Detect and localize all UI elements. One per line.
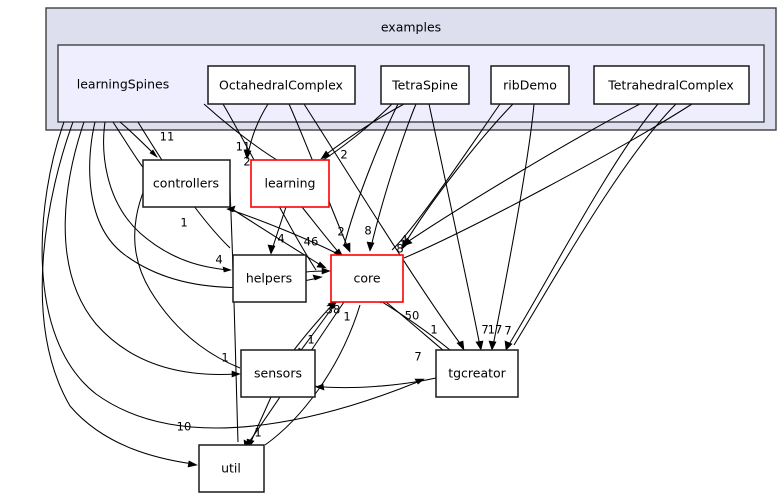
edge-label: 1 (430, 323, 437, 337)
edge-label: 4 (215, 253, 222, 267)
edge-head-th-tgcreator (504, 340, 513, 351)
edge-tetrahedral-tgcreator (507, 103, 659, 347)
node-tetraspine[interactable]: TetraSpine (380, 65, 470, 105)
edge-head-learning-helpers (267, 244, 276, 255)
node-controllers[interactable]: controllers (142, 159, 231, 208)
edge-label: 1 (254, 426, 261, 440)
edge-ribdemo-tgcreator (492, 103, 535, 347)
edge-label: 1 (307, 333, 314, 347)
edge-label: 1 (343, 310, 350, 324)
edge-tgcreator-core (378, 299, 451, 351)
edge-label: 7 (414, 350, 421, 364)
edge-extra-11 (229, 189, 239, 443)
node-learningspines-label: learningSpines (77, 77, 169, 92)
edge-head-ts-tgcreator (475, 340, 484, 351)
edge-head-helpers-core (321, 267, 331, 275)
cluster-examples-label: examples (381, 20, 441, 35)
edge-label: 2 (243, 155, 250, 169)
node-learning[interactable]: learning (250, 159, 330, 208)
edge-label: 1 (180, 216, 187, 230)
node-sensors-label: sensors (254, 366, 302, 381)
node-tetrahedralcomplex-label: TetrahedralComplex (607, 78, 734, 93)
node-util-label: util (221, 461, 241, 476)
edge-head-oct-tgcreator (456, 340, 465, 351)
node-helpers[interactable]: helpers (232, 254, 307, 303)
edge-label: 46 (304, 235, 319, 249)
node-ribdemo[interactable]: ribDemo (490, 65, 570, 105)
node-helpers-label: helpers (246, 271, 292, 286)
node-sensors[interactable]: sensors (240, 349, 316, 398)
edge-label: 38 (326, 303, 341, 317)
edge-head-rib-tgcreator (488, 340, 497, 351)
node-controllers-label: controllers (153, 176, 219, 191)
edge-head-controllers-core (316, 261, 327, 269)
node-octahedralcomplex-label: OctahedralComplex (219, 78, 343, 93)
edge-label: 1 (221, 351, 228, 365)
edge-head-ls-util (187, 460, 198, 468)
node-learning-label: learning (265, 176, 316, 191)
node-tetraspine-label: TetraSpine (391, 78, 458, 93)
node-core-label: core (353, 271, 380, 286)
edge-label: 4 (277, 232, 284, 246)
edge-label: 11 (236, 140, 251, 154)
edge-label: 50 (405, 309, 420, 323)
node-octahedralcomplex[interactable]: OctahedralComplex (207, 65, 356, 105)
node-tetrahedralcomplex[interactable]: TetrahedralComplex (593, 65, 750, 105)
edge-label: 2 (340, 148, 347, 162)
node-tgcreator[interactable]: tgcreator (435, 349, 519, 398)
edge-label: 17 (488, 323, 503, 337)
node-tgcreator-label: tgcreator (448, 366, 506, 381)
edge-label: 7 (504, 324, 511, 338)
edge-head-ts-core (366, 241, 375, 252)
graph-canvas: examples learningSpines OctahedralComple… (41, 7, 777, 493)
node-util[interactable]: util (198, 444, 265, 493)
directory-dependency-graph: examples learningSpines OctahedralComple… (0, 0, 783, 500)
node-learningspines[interactable]: learningSpines (77, 77, 169, 92)
edge-label: 11 (160, 130, 175, 144)
edge-label: 8 (364, 224, 371, 238)
edge-label: 10 (177, 420, 192, 434)
node-ribdemo-label: ribDemo (503, 78, 557, 93)
edge-head-ls-helpers (222, 266, 232, 273)
edge-label: 8 (396, 242, 403, 256)
node-core[interactable]: core (330, 254, 404, 303)
edge-label: 2 (337, 225, 344, 239)
edge-extra-9 (513, 103, 677, 346)
